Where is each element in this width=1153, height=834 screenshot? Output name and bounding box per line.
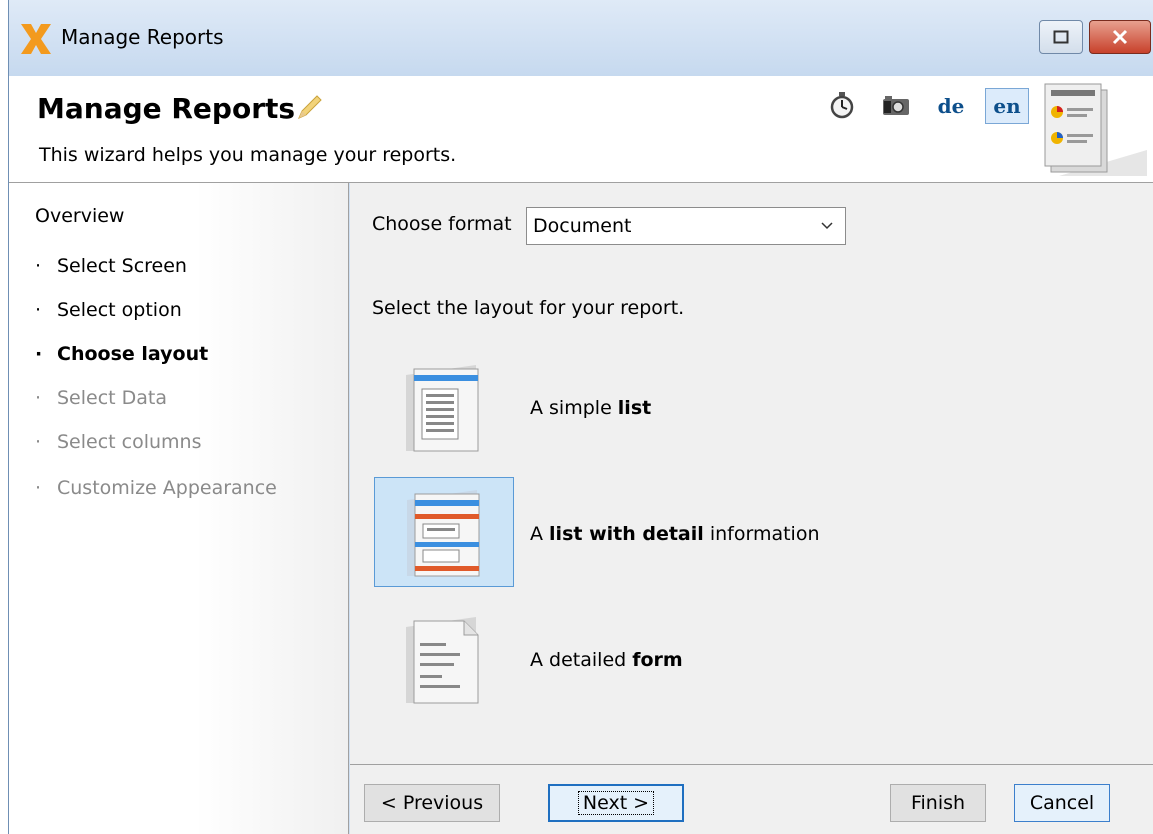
option-text: information: [703, 523, 820, 545]
list-with-detail-icon: [407, 490, 480, 577]
step-select-columns: · Select columns: [35, 431, 202, 453]
format-select-value: Document: [533, 215, 632, 237]
option-bold-text: list: [617, 397, 652, 419]
option-text: A detailed: [530, 649, 633, 671]
overview-heading: Overview: [35, 205, 125, 227]
page-subtitle: This wizard helps you manage your report…: [39, 144, 457, 166]
format-label: Choose format: [372, 213, 512, 235]
layout-option-list-with-detail[interactable]: [374, 477, 514, 587]
wizard-header: Manage Reports This wizard helps you man…: [9, 76, 1153, 183]
finish-button[interactable]: Finish: [890, 784, 986, 822]
step-select-screen: · Select Screen: [35, 255, 187, 277]
layout-option-detailed-form[interactable]: [374, 605, 514, 715]
pencil-icon[interactable]: [293, 92, 325, 124]
option-text: A simple: [530, 397, 618, 419]
chevron-down-icon: [821, 222, 833, 230]
step-label: Choose layout: [57, 343, 209, 365]
camera-icon[interactable]: [881, 90, 911, 120]
step-choose-layout: · Choose layout: [35, 343, 209, 365]
language-de-link[interactable]: de: [929, 88, 973, 124]
cancel-button-label: Cancel: [1029, 792, 1095, 814]
layout-option-label[interactable]: A list with detail information: [530, 523, 820, 545]
step-label: Customize Appearance: [57, 477, 277, 499]
close-button[interactable]: [1089, 20, 1151, 54]
reports-stack-icon: [1044, 83, 1147, 176]
cancel-button[interactable]: Cancel: [1014, 784, 1110, 822]
layout-panel: Choose format Document Select the layout…: [350, 183, 1153, 764]
next-button-label: Next >: [577, 791, 655, 815]
stopwatch-icon[interactable]: [827, 90, 857, 120]
close-icon: [1112, 29, 1128, 45]
previous-button[interactable]: < Previous: [364, 784, 500, 822]
step-label: Select Data: [57, 387, 168, 409]
step-customize-appearance: · Customize Appearance: [35, 477, 277, 499]
detailed-form-icon: [406, 617, 479, 704]
page-title: Manage Reports: [37, 92, 296, 125]
layout-option-label[interactable]: A detailed form: [530, 649, 683, 671]
finish-button-label: Finish: [910, 792, 966, 814]
window-title: Manage Reports: [61, 25, 224, 49]
simple-list-icon: [406, 365, 479, 452]
step-label: Select Screen: [57, 255, 187, 277]
step-select-option: · Select option: [35, 299, 182, 321]
step-label: Select columns: [57, 431, 202, 453]
option-text: A: [530, 523, 550, 545]
wizard-steps-sidebar: Overview · Select Screen · Select option ·…: [9, 183, 349, 834]
restore-icon: [1053, 30, 1069, 44]
next-button[interactable]: Next >: [548, 784, 684, 822]
title-bar[interactable]: Manage Reports: [9, 0, 1153, 76]
format-select[interactable]: Document: [526, 207, 846, 245]
layout-prompt: Select the layout for your report.: [372, 297, 685, 319]
step-label: Select option: [57, 299, 182, 321]
layout-option-label[interactable]: A simple list: [530, 397, 651, 419]
option-bold-text: list with detail: [549, 523, 704, 545]
restore-button[interactable]: [1039, 20, 1083, 54]
x-logo-icon: [21, 24, 51, 54]
language-en-link[interactable]: en: [985, 88, 1029, 124]
layout-option-simple-list[interactable]: [374, 353, 514, 463]
option-bold-text: form: [632, 649, 683, 671]
previous-button-label: < Previous: [380, 792, 484, 814]
manage-reports-window: Manage Reports Manage Reports This wizar…: [8, 0, 1153, 834]
step-select-data: · Select Data: [35, 387, 168, 409]
wizard-button-bar: < Previous Next > Finish Cancel: [350, 764, 1153, 834]
